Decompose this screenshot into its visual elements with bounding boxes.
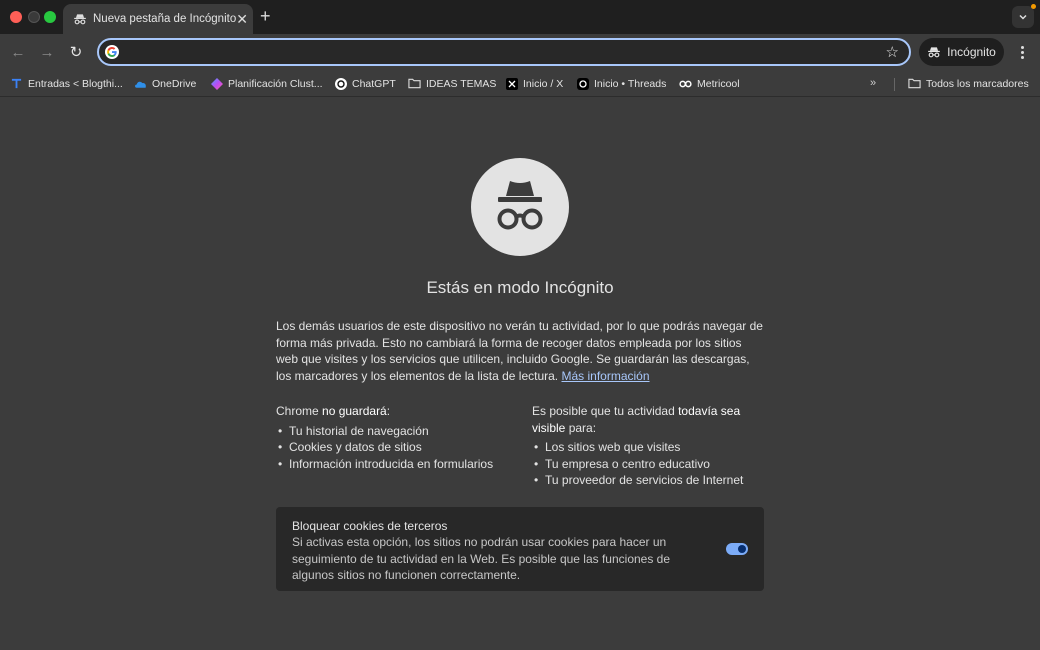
list-item: Tu historial de navegación (276, 423, 516, 440)
fullscreen-window-button[interactable] (44, 11, 56, 23)
cookies-title: Bloquear cookies de terceros (292, 519, 448, 533)
menu-kebab-icon[interactable] (1014, 42, 1030, 62)
bookmark-item[interactable]: ChatGPT (334, 77, 396, 90)
bookmarks-overflow-button[interactable]: » (870, 77, 876, 89)
close-window-button[interactable] (10, 11, 22, 23)
bookmark-label: Planificación Clust... (228, 77, 323, 90)
bookmark-label: IDEAS TEMAS (426, 77, 497, 90)
folder-icon (908, 77, 921, 90)
bookmark-item[interactable]: OneDrive (134, 77, 196, 90)
diamond-gradient-icon (210, 77, 223, 90)
toolbar: ← → ↻ ☆ Incógnito (0, 34, 1040, 70)
back-button[interactable]: ← (8, 42, 28, 62)
folder-icon (408, 77, 421, 90)
incognito-icon (928, 47, 940, 58)
chatgpt-icon (334, 77, 347, 90)
google-icon (105, 45, 119, 59)
incognito-hero-icon (471, 158, 569, 256)
bookmark-item[interactable]: Entradas < Blogthi... (10, 77, 123, 90)
list-item: Información introducida en formularios (276, 456, 516, 473)
tab-search-button[interactable] (1012, 6, 1034, 28)
bookmark-item[interactable]: Metricool (679, 77, 740, 90)
visible-to-section: Es posible que tu actividad todavía sea … (532, 403, 762, 489)
x-logo-icon (505, 77, 518, 90)
bookmarks-bar: Entradas < Blogthi... OneDrive Planifica… (0, 72, 1040, 97)
intro-text: Los demás usuarios de este dispositivo n… (276, 318, 766, 384)
blogger-t-icon (10, 77, 23, 90)
all-bookmarks-button[interactable]: Todos los marcadores (908, 77, 1029, 90)
cookies-description: Si activas esta opción, los sitios no po… (292, 535, 671, 582)
tab-strip: Nueva pestaña de Incógnito ✕ + (0, 0, 1040, 34)
list-item: Los sitios web que visites (532, 439, 762, 456)
intro-paragraph: Los demás usuarios de este dispositivo n… (276, 319, 763, 383)
bookmark-item[interactable]: Inicio • Threads (576, 77, 666, 90)
metricool-icon (679, 77, 692, 90)
update-dot (1031, 4, 1036, 9)
tab-close-icon[interactable]: ✕ (236, 12, 248, 26)
bookmark-label: Inicio / X (523, 77, 564, 90)
bookmark-star-icon[interactable]: ☆ (886, 43, 899, 61)
not-saved-title: Chrome no guardará: (276, 404, 391, 418)
block-cookies-toggle[interactable] (726, 543, 748, 555)
incognito-icon (73, 12, 87, 26)
third-party-cookies-card: Bloquear cookies de terceros Si activas … (276, 507, 764, 591)
more-info-link[interactable]: Más información (561, 369, 649, 383)
bookmark-label: Metricool (697, 77, 740, 90)
incognito-profile-button[interactable]: Incógnito (919, 38, 1004, 66)
minimize-window-button[interactable] (28, 11, 40, 23)
bookmarks-divider (894, 78, 895, 91)
list-item: Cookies y datos de sitios (276, 439, 516, 456)
toggle-knob (738, 545, 746, 553)
bookmark-label: Entradas < Blogthi... (28, 77, 123, 90)
new-tab-button[interactable]: + (260, 7, 271, 25)
threads-icon (576, 77, 589, 90)
tab-incognito[interactable]: Nueva pestaña de Incógnito ✕ (63, 4, 253, 34)
address-bar[interactable]: ☆ (97, 38, 911, 66)
forward-button[interactable]: → (37, 42, 57, 62)
tab-title: Nueva pestaña de Incógnito (93, 13, 237, 25)
reload-button[interactable]: ↻ (66, 42, 86, 62)
bookmark-item[interactable]: IDEAS TEMAS (408, 77, 496, 90)
incognito-label: Incógnito (947, 45, 996, 59)
bookmark-label: ChatGPT (352, 77, 396, 90)
bookmark-item[interactable]: Inicio / X (505, 77, 563, 90)
list-item: Tu empresa o centro educativo (532, 456, 762, 473)
bookmark-label: OneDrive (152, 77, 197, 90)
bookmark-label: Inicio • Threads (594, 77, 667, 90)
visible-to-title: Es posible que tu actividad todavía sea … (532, 404, 741, 435)
all-bookmarks-label: Todos los marcadores (926, 77, 1029, 90)
bookmark-item[interactable]: Planificación Clust... (210, 77, 323, 90)
list-item: Tu proveedor de servicios de Internet (532, 472, 762, 489)
chevron-down-icon (1019, 14, 1027, 20)
not-saved-section: Chrome no guardará: Tu historial de nave… (276, 403, 516, 472)
page-title: Estás en modo Incógnito (426, 278, 614, 297)
onedrive-cloud-icon (134, 77, 147, 90)
